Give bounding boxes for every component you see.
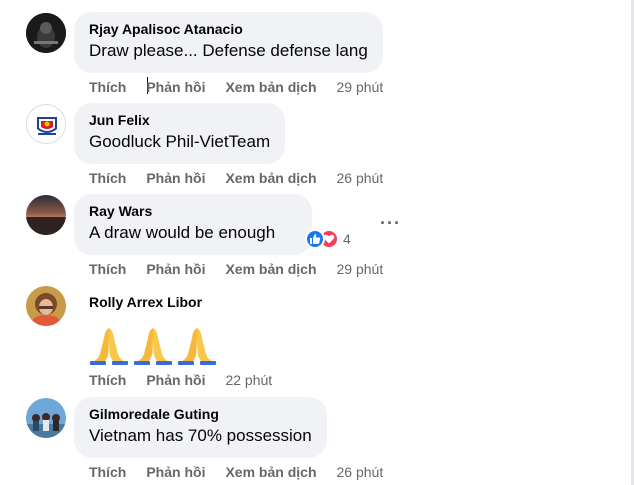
comment-author[interactable]: Rjay Apalisoc Atanacio — [89, 20, 368, 38]
see-translation-button[interactable]: Xem bản dịch — [225, 463, 316, 481]
comment-bubble: Rolly Arrex Libor — [74, 285, 217, 320]
comment-actions: Thích Phản hồi Xem bản dịch 26 phút — [89, 169, 383, 187]
like-button[interactable]: Thích — [89, 169, 126, 187]
see-translation-button[interactable]: Xem bản dịch — [225, 169, 316, 187]
comment-actions: Thích Phản hồi 22 phút — [89, 371, 272, 389]
see-translation-button[interactable]: Xem bản dịch — [225, 260, 316, 278]
like-button[interactable]: Thích — [89, 463, 126, 481]
folded-hands-icon — [90, 328, 128, 365]
comment-author[interactable]: Ray Wars — [89, 202, 297, 220]
comment-author[interactable]: Rolly Arrex Libor — [89, 293, 202, 311]
like-button[interactable]: Thích — [89, 78, 126, 96]
comment-timestamp[interactable]: 26 phút — [337, 169, 384, 187]
emoji-row — [88, 324, 220, 366]
comment-author[interactable]: Gilmoredale Guting — [89, 405, 312, 423]
comment-text: Goodluck Phil-VietTeam — [89, 132, 271, 151]
comment-actions: Thích Phản hồi Xem bản dịch 29 phút — [89, 260, 383, 278]
avatar[interactable] — [26, 398, 66, 438]
reply-button[interactable]: Phản hồi — [146, 463, 205, 481]
see-translation-button[interactable]: Xem bản dịch — [225, 78, 316, 96]
like-icon — [305, 229, 325, 249]
reply-button[interactable]: Phản hồi — [146, 371, 205, 389]
reaction-count: 4 — [343, 231, 351, 247]
reaction-summary[interactable]: 4 — [305, 229, 351, 249]
comment-text: A draw would be enough — [89, 223, 276, 242]
avatar[interactable] — [26, 286, 66, 326]
comment-bubble: Rjay Apalisoc Atanacio Draw please... De… — [74, 12, 383, 73]
like-button[interactable]: Thích — [89, 260, 126, 278]
comment-timestamp[interactable]: 29 phút — [337, 260, 384, 278]
reply-button[interactable]: Phản hồi — [146, 260, 205, 278]
comment-timestamp[interactable]: 26 phút — [337, 463, 384, 481]
comment-timestamp[interactable]: 22 phút — [225, 371, 272, 389]
more-options-icon[interactable]: ··· — [380, 214, 401, 232]
like-button[interactable]: Thích — [89, 371, 126, 389]
avatar[interactable] — [26, 13, 66, 53]
reply-button[interactable]: Phản hồi — [146, 169, 205, 187]
comment-bubble: Gilmoredale Guting Vietnam has 70% posse… — [74, 397, 327, 458]
comment-bubble: Jun Felix Goodluck Phil-VietTeam — [74, 103, 286, 164]
avatar[interactable] — [26, 195, 66, 235]
comment-timestamp[interactable]: 29 phút — [337, 78, 384, 96]
comment-bubble: Ray Wars A draw would be enough — [74, 194, 312, 255]
reply-button[interactable]: Phản hồi — [146, 78, 205, 96]
avatar[interactable] — [26, 104, 66, 144]
comment-text: Vietnam has 70% possession — [89, 426, 312, 445]
comment-actions: Thích Phản hồi Xem bản dịch 29 phút — [89, 78, 383, 96]
comment-actions: Thích Phản hồi Xem bản dịch 26 phút — [89, 463, 383, 481]
folded-hands-icon — [178, 328, 216, 365]
folded-hands-icon — [134, 328, 172, 365]
comment-author[interactable]: Jun Felix — [89, 111, 270, 129]
comment-text: Draw please... Defense defense lang — [89, 41, 368, 60]
